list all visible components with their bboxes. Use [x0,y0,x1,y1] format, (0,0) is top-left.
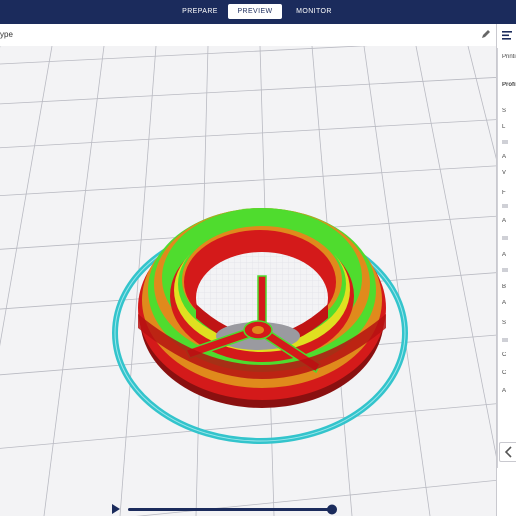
sidebar-line: B [502,284,507,290]
printed-model [138,208,386,408]
sidebar-field[interactable] [502,338,508,342]
sidebar-line: A [502,252,507,258]
3d-viewport[interactable] [0,46,496,516]
object-type-label: ype [0,30,13,39]
play-icon[interactable] [112,504,120,514]
sidebar-printer-label: Printi [502,54,516,60]
pencil-icon[interactable] [480,28,492,40]
build-plate-view[interactable] [0,46,496,516]
top-navigation-bar: PREPARE PREVIEW MONITOR [0,0,516,24]
chevron-left-icon [504,446,512,458]
sidebar-line: V [502,170,507,176]
tab-monitor[interactable]: MONITOR [288,4,340,19]
sidebar-line: L [502,124,506,130]
sidebar-line: A [502,154,507,160]
object-info-bar: ype [0,24,496,47]
sidebar-line: C [502,370,507,376]
sidebar-header[interactable] [497,24,516,46]
settings-panel: Printi Profi S L A V F A A B A S C C A [497,48,516,468]
sidebar-line: C [502,352,507,358]
sidebar-field[interactable] [502,236,508,240]
sidebar-field[interactable] [502,268,508,272]
sidebar-line: A [502,300,507,306]
sidebar-line: S [502,320,507,326]
sidebar-line: F [502,190,506,196]
sidebar-field[interactable] [502,140,508,144]
slider-handle[interactable] [327,504,337,515]
settings-panel-icon[interactable] [497,24,516,46]
sidebar-line: S [502,108,507,114]
slider-track[interactable] [128,508,332,511]
tab-preview[interactable]: PREVIEW [228,4,282,19]
sidebar-line: A [502,388,507,394]
print-settings-sidebar: Printi Profi S L A V F A A B A S C C A [496,24,516,516]
sidebar-line: A [502,218,507,224]
tab-prepare[interactable]: PREPARE [176,4,224,19]
layer-playback-slider[interactable] [108,500,344,516]
sidebar-profile-label: Profi [502,82,516,88]
collapse-sidebar-button[interactable] [499,442,516,462]
sidebar-field[interactable] [502,204,508,208]
